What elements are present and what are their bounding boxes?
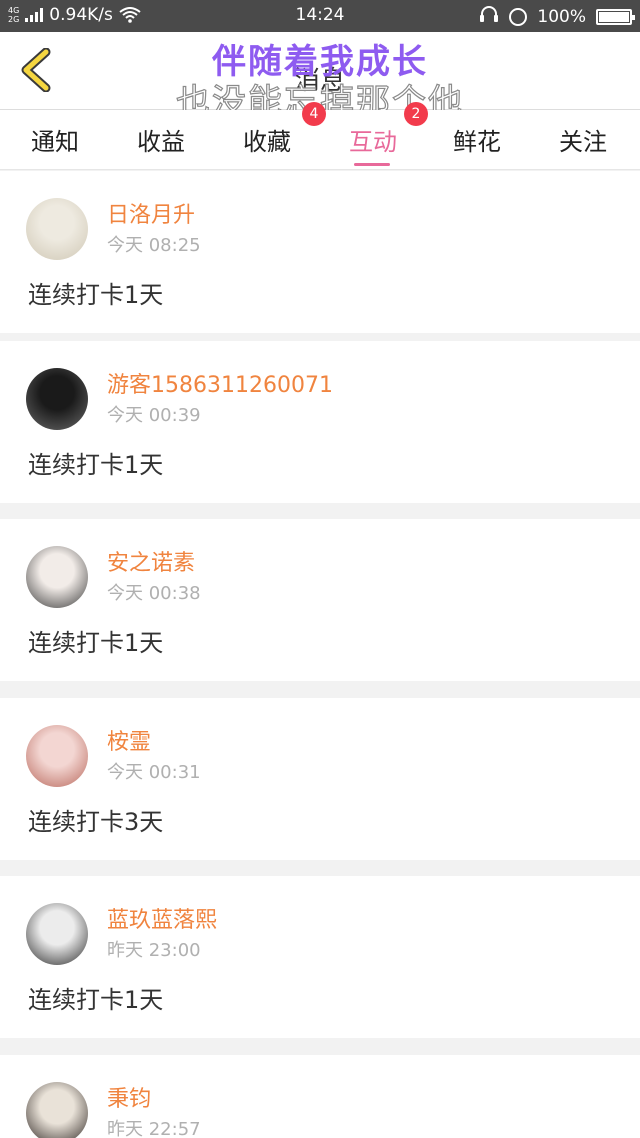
post-content: 连续打卡1天 <box>28 986 164 1014</box>
active-tab-indicator <box>354 163 390 166</box>
list-item[interactable]: 蓝玖蓝落熙 昨天 23:00 连续打卡1天 <box>0 876 640 1038</box>
tab-following[interactable]: 关注 <box>538 122 628 157</box>
user-name[interactable]: 日洛月升 <box>107 197 195 229</box>
list-item[interactable]: 安之诺素 今天 00:38 连续打卡1天 <box>0 519 640 681</box>
tab-label: 鲜花 <box>453 128 501 156</box>
post-content: 连续打卡1天 <box>28 281 164 309</box>
headset-icon <box>479 5 499 28</box>
tab-earnings[interactable]: 收益 <box>116 122 206 157</box>
post-time: 昨天 23:00 <box>107 940 201 961</box>
user-name[interactable]: 蓝玖蓝落熙 <box>107 902 217 934</box>
battery-icon <box>596 8 635 25</box>
tab-favorites-badge: 4 <box>302 102 326 126</box>
header: 消息 伴随着我成长 也没能忘掉那个他 <box>0 32 640 123</box>
tab-label: 互动 <box>349 128 397 156</box>
tab-notifications[interactable]: 通知 <box>10 122 100 157</box>
tab-interactions-badge: 2 <box>404 102 428 126</box>
avatar[interactable] <box>26 725 88 787</box>
tab-label: 收藏 <box>243 128 291 156</box>
post-time: 今天 00:38 <box>107 583 201 604</box>
status-bar: 4G 2G 0.94K/s 14:24 100% <box>0 0 640 32</box>
avatar[interactable] <box>26 368 88 430</box>
battery-fill <box>599 11 629 22</box>
user-name[interactable]: 秉钧 <box>107 1081 151 1113</box>
list-item[interactable]: 游客15863112600​71 今天 00:39 连续打卡1天 <box>0 341 640 503</box>
post-time: 今天 00:31 <box>107 762 201 783</box>
tab-flowers[interactable]: 鲜花 <box>432 122 522 157</box>
avatar[interactable] <box>26 198 88 260</box>
user-name[interactable]: 桉霊 <box>107 724 151 756</box>
post-time: 昨天 22:57 <box>107 1119 201 1138</box>
list-item[interactable]: 秉钧 昨天 22:57 <box>0 1055 640 1138</box>
alarm-icon <box>509 7 528 26</box>
avatar[interactable] <box>26 546 88 608</box>
post-time: 今天 00:39 <box>107 405 201 426</box>
avatar[interactable] <box>26 903 88 965</box>
post-time: 今天 08:25 <box>107 235 201 256</box>
post-content: 连续打卡1天 <box>28 629 164 657</box>
user-name[interactable]: 安之诺素 <box>107 545 195 577</box>
list-item[interactable]: 日洛月升 今天 08:25 连续打卡1天 <box>0 171 640 333</box>
tab-label: 关注 <box>559 128 607 156</box>
list-item[interactable]: 桉霊 今天 00:31 连续打卡3天 <box>0 698 640 860</box>
tab-interactions[interactable]: 互动 <box>328 122 418 157</box>
tab-favorites[interactable]: 收藏 <box>222 122 312 157</box>
tab-label: 收益 <box>137 128 185 156</box>
post-content: 连续打卡1天 <box>28 451 164 479</box>
tab-label: 通知 <box>31 128 79 156</box>
post-content: 连续打卡3天 <box>28 808 164 836</box>
avatar[interactable] <box>26 1082 88 1138</box>
user-name[interactable]: 游客15863112600​71 <box>107 367 333 399</box>
battery-percent: 100% <box>537 6 586 27</box>
